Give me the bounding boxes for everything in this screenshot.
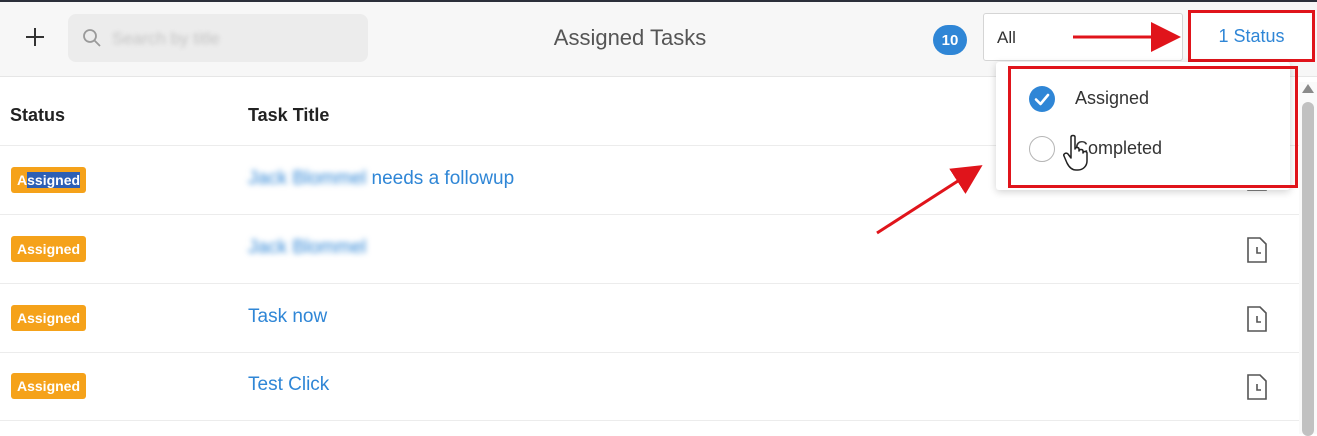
status-badge: Assigned <box>11 373 87 399</box>
table-row[interactable]: Assigned Task now <box>0 284 1300 353</box>
filter-select[interactable]: All <box>983 13 1183 61</box>
document-clock-icon[interactable] <box>1246 236 1268 264</box>
task-title-link[interactable]: Jack Blommel needs a followup <box>248 168 514 190</box>
task-title-link[interactable]: Task now <box>248 306 327 328</box>
status-badge: Assigned <box>11 305 87 331</box>
task-title-text: Test Click <box>248 374 330 395</box>
table-row[interactable]: Assigned Jack Blommel <box>0 215 1300 284</box>
search-icon <box>83 29 101 47</box>
task-count-badge: 10 <box>933 25 967 55</box>
status-filter-button[interactable]: 1 Status <box>1188 10 1315 62</box>
column-header-status[interactable]: Status <box>10 105 65 126</box>
add-task-button[interactable] <box>22 24 48 50</box>
column-header-task-title[interactable]: Task Title <box>248 105 329 126</box>
hand-pointer-cursor-icon <box>1063 134 1088 171</box>
task-title-text: needs a followup <box>366 168 515 189</box>
status-badge: Assigned <box>11 236 87 262</box>
status-option-label: Assigned <box>1075 88 1150 108</box>
document-clock-icon[interactable] <box>1246 373 1268 401</box>
radio-unchecked-icon <box>1029 136 1055 162</box>
page-title: Assigned Tasks <box>553 25 707 50</box>
table-row[interactable]: Assigned Test Click <box>0 352 1300 421</box>
search-input[interactable] <box>110 24 359 54</box>
task-title-text: Task now <box>248 306 328 327</box>
scroll-up-arrow-icon[interactable] <box>1302 84 1314 93</box>
task-title-link[interactable]: Test Click <box>248 374 329 396</box>
search-box[interactable] <box>68 14 368 62</box>
checkmark-icon <box>1029 86 1055 112</box>
status-dropdown <box>996 62 1290 190</box>
task-title-redacted: Jack Blommel <box>248 168 367 189</box>
status-badge: Assigned <box>11 167 87 193</box>
scrollbar[interactable] <box>1299 82 1317 436</box>
scrollbar-thumb[interactable] <box>1302 102 1314 436</box>
task-title-link[interactable]: Jack Blommel <box>248 237 366 259</box>
document-clock-icon[interactable] <box>1246 305 1268 333</box>
task-title-redacted: Jack Blommel <box>248 237 367 258</box>
